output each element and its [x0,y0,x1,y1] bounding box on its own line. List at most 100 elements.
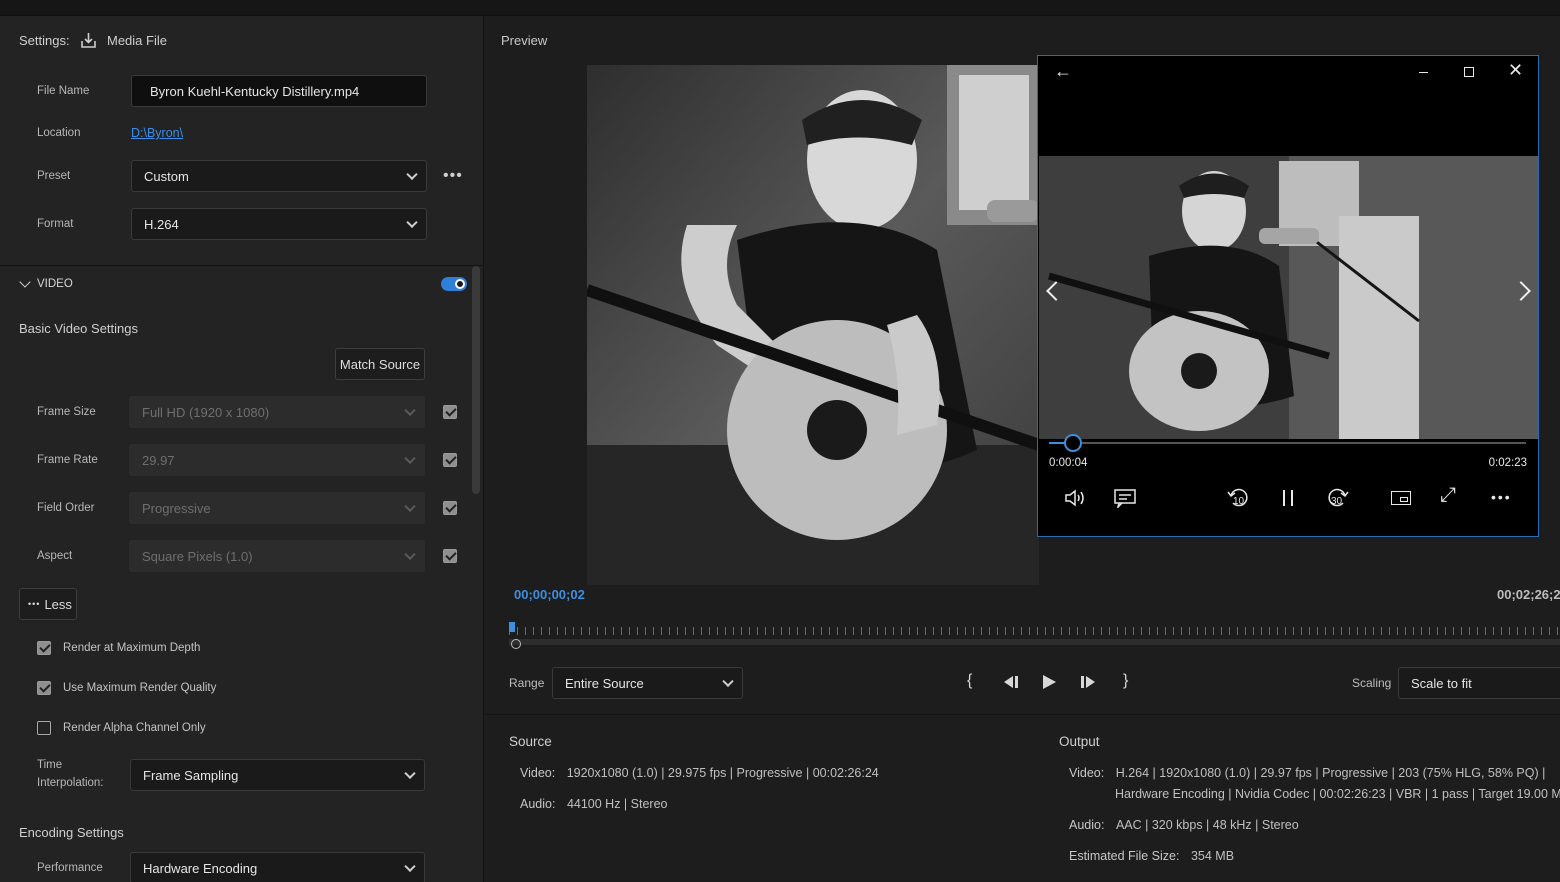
current-timecode[interactable]: 00;00;00;02 [514,587,585,602]
source-video-info: Video: 1920x1080 (1.0) | 29.975 fps | Pr… [520,766,879,780]
frame-size-label: Frame Size [37,406,96,418]
player-seek-bar[interactable] [1049,434,1526,452]
time-interpolation-label-2: Interpolation: [37,777,104,789]
chevron-down-icon [404,548,416,561]
scaling-value: Scale to fit [1411,675,1472,691]
chevron-down-icon [722,675,734,688]
volume-icon[interactable] [1064,488,1086,511]
source-video-label: Video: [520,766,556,780]
render-max-depth-label: Render at Maximum Depth [63,642,201,654]
set-out-point-icon[interactable]: } [1123,672,1128,690]
more-options-icon[interactable]: ••• [1491,489,1512,505]
musician-photo-small [1039,156,1538,439]
encoding-settings-heading: Encoding Settings [19,825,124,840]
aspect-match-checkbox[interactable] [443,549,457,563]
mini-view-icon[interactable] [1391,491,1411,505]
aspect-dropdown[interactable]: Square Pixels (1.0) [129,540,425,572]
scaling-dropdown[interactable]: Scale to fit [1398,667,1560,699]
preset-label: Preset [37,170,71,182]
location-label: Location [37,127,81,139]
skip-back-icon[interactable]: 10 [1226,486,1250,510]
frame-rate-dropdown[interactable]: 29.97 [129,444,425,476]
chevron-down-icon [404,500,416,513]
timeline-ruler[interactable] [509,623,1560,645]
less-button[interactable]: ••• Less [19,588,77,620]
chevron-down-icon [404,860,416,873]
range-dropdown[interactable]: Entire Source [552,667,743,699]
time-interpolation-dropdown[interactable]: Frame Sampling [130,759,425,791]
output-video-label: Video: [1069,766,1105,780]
time-interpolation-value: Frame Sampling [143,767,239,783]
source-heading: Source [509,734,552,749]
video-toggle[interactable] [441,277,467,291]
match-source-button[interactable]: Match Source [335,348,425,380]
performance-dropdown[interactable]: Hardware Encoding [130,852,425,882]
output-audio-value: AAC | 320 kbps | 48 kHz | Stereo [1115,818,1299,832]
field-order-match-checkbox[interactable] [443,501,457,515]
in-point-handle[interactable] [511,639,521,649]
render-alpha-label: Render Alpha Channel Only [63,722,206,734]
more-dots-icon: ••• [28,599,41,609]
step-back-icon[interactable] [1001,675,1019,692]
divider [0,265,483,266]
performance-label: Performance [37,862,103,874]
render-max-depth-checkbox[interactable] [37,641,51,655]
settings-label: Settings: [19,33,70,48]
summary-divider [485,714,1560,715]
output-video-value-2: Hardware Encoding | Nvidia Codec | 00:02… [1115,787,1560,801]
skip-forward-icon[interactable]: 30 [1326,486,1350,510]
captions-icon[interactable] [1114,488,1136,511]
minimize-icon[interactable] [1419,72,1428,73]
download-icon[interactable] [80,32,97,52]
frame-size-dropdown[interactable]: Full HD (1920 x 1080) [129,396,425,428]
video-section-label: VIDEO [37,278,73,290]
output-video-info-2: Hardware Encoding | Nvidia Codec | 00:02… [1115,787,1560,801]
range-value: Entire Source [565,675,644,691]
play-icon[interactable] [1042,675,1056,692]
format-dropdown[interactable]: H.264 [131,208,427,240]
player-video-frame [1039,156,1538,439]
step-forward-icon[interactable] [1080,675,1098,692]
panel-scrollbar[interactable] [472,266,480,494]
aspect-label: Aspect [37,550,73,562]
media-file-label: Media File [107,33,167,48]
preset-dropdown[interactable]: Custom [131,160,427,192]
use-max-quality-checkbox[interactable] [37,681,51,695]
frame-rate-match-checkbox[interactable] [443,453,457,467]
source-video-value: 1920x1080 (1.0) | 29.975 fps | Progressi… [566,766,879,780]
set-in-point-icon[interactable]: { [967,672,972,690]
player-seek-thumb[interactable] [1063,434,1082,452]
end-timecode: 00;02;26;2 [1497,587,1560,602]
more-options-icon[interactable]: ••• [443,167,463,185]
frame-rate-label: Frame Rate [37,454,98,466]
pause-icon[interactable] [1283,490,1293,506]
range-label: Range [509,676,545,690]
time-interpolation-label: Time [37,759,63,771]
file-name-input[interactable]: Byron Kuehl-Kentucky Distillery.mp4 [131,75,427,107]
media-player-window: ← ✕ 0:00:04 0:02:23 10 30 ⤢ ••• [1037,55,1539,537]
basic-video-settings-heading: Basic Video Settings [19,321,138,336]
player-duration: 0:02:23 [1488,457,1527,469]
format-value: H.264 [144,216,179,232]
maximize-icon[interactable] [1464,67,1474,77]
collapse-chevron-icon[interactable] [19,276,31,288]
output-video-info: Video: H.264 | 1920x1080 (1.0) | 29.97 f… [1069,766,1545,780]
aspect-value: Square Pixels (1.0) [142,548,253,564]
field-order-label: Field Order [37,502,95,514]
location-link[interactable]: D:\Byron\ [131,126,183,140]
settings-header: Settings: Media File [0,32,483,52]
chevron-down-icon [406,168,418,181]
skip-forward-seconds: 30 [1331,496,1343,507]
playhead-marker[interactable] [509,622,515,632]
chevron-down-icon [406,216,418,229]
close-icon[interactable]: ✕ [1508,60,1523,81]
render-alpha-checkbox[interactable] [37,721,51,735]
back-arrow-icon[interactable]: ← [1054,61,1072,82]
output-video-value-1: H.264 | 1920x1080 (1.0) | 29.97 fps | Pr… [1115,766,1546,780]
field-order-dropdown[interactable]: Progressive [129,492,425,524]
frame-size-match-checkbox[interactable] [443,405,457,419]
frame-size-value: Full HD (1920 x 1080) [142,404,270,420]
skip-back-seconds: 10 [1233,496,1245,507]
fullscreen-icon[interactable]: ⤢ [1440,484,1456,507]
use-max-quality-label: Use Maximum Render Quality [63,682,217,694]
